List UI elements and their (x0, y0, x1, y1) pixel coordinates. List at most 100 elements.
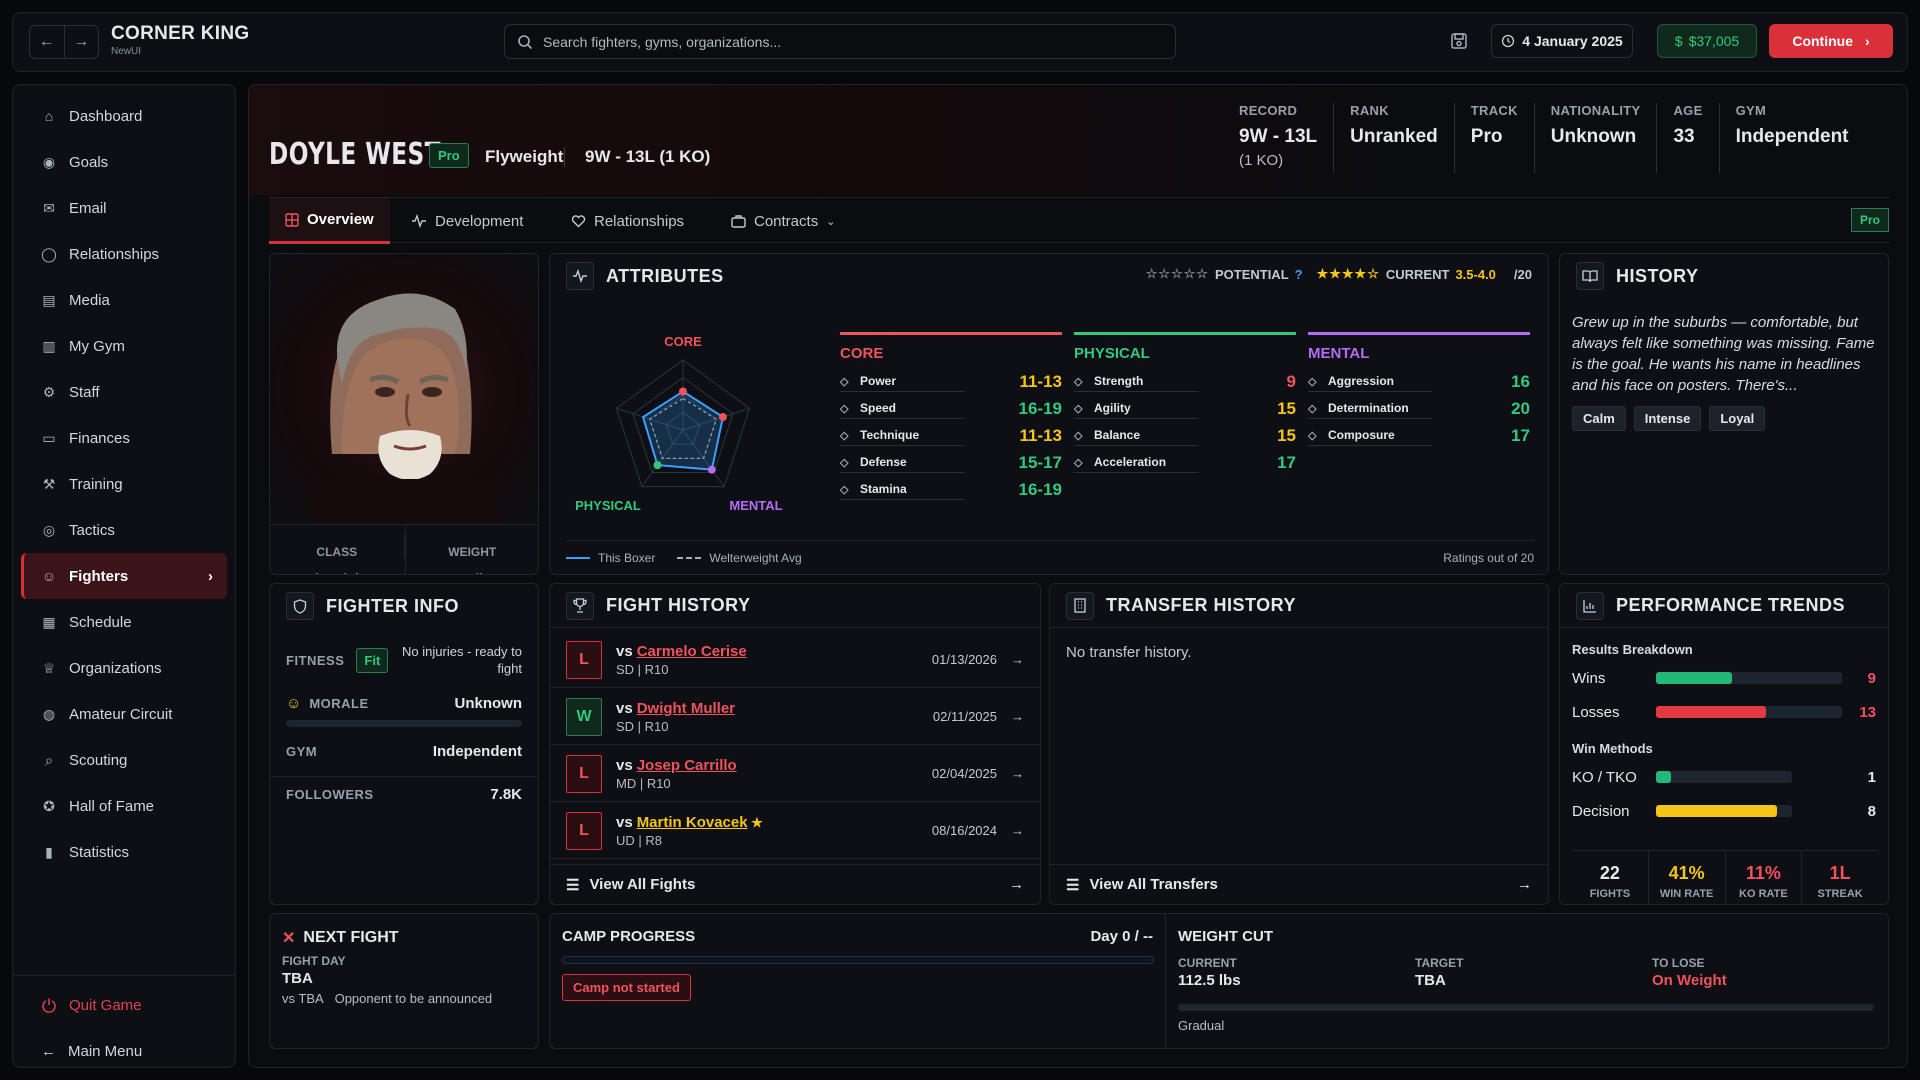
stat-value: 1L (1829, 863, 1851, 883)
sidebar-item-organizations[interactable]: ♕ Organizations (21, 645, 227, 691)
quit-game-button[interactable]: Quit Game (21, 982, 227, 1028)
tab-relationships[interactable]: Relationships (555, 198, 700, 244)
sidebar-item-my-gym[interactable]: ▥ My Gym (21, 323, 227, 369)
fight-row[interactable]: Lvs Martin Kovacek ★ UD | R8 08/16/2024 → (550, 803, 1040, 859)
sidebar-item-finances[interactable]: ▭ Finances (21, 415, 227, 461)
fighter-portrait (270, 254, 538, 524)
transfer-empty: No transfer history. (1066, 644, 1192, 661)
target-icon: ◎ (42, 521, 56, 538)
stat-value: 41% (1668, 863, 1705, 883)
vs-text: vs (616, 756, 633, 774)
sidebar-item-dashboard[interactable]: ⌂ Dashboard (21, 93, 227, 139)
tab-contracts[interactable]: Contracts ⌄ (715, 198, 851, 244)
tab-label: Development (435, 212, 524, 230)
star-icon: ★ (747, 814, 763, 830)
sidebar-item-relationships[interactable]: ◯ Relationships (21, 231, 227, 277)
search-placeholder[interactable]: Search fighters, gyms, organizations... (543, 34, 781, 50)
opponent-link[interactable]: Dwight Muller (637, 700, 735, 717)
bar-chart-icon: ▮ (45, 843, 53, 860)
fight-result-badge: W (566, 697, 602, 736)
sidebar: ⌂ Dashboard ◉ Goals ✉ Email ◯ Relationships ▤ Med… (12, 84, 236, 1068)
shield-icon: ◇ (840, 456, 849, 469)
sidebar-item-label: Schedule (69, 613, 132, 631)
stat-rank: RANK Unranked (1333, 103, 1454, 173)
globe-icon: ◍ (42, 705, 56, 722)
continue-button[interactable]: Continue › (1769, 24, 1893, 58)
sidebar-item-training[interactable]: ⚒ Training (21, 461, 227, 507)
app-subtitle: NewUI (111, 46, 142, 57)
sidebar-item-label: My Gym (69, 337, 125, 355)
attribute-radar-chart: CORE PHYSICAL MENTAL (575, 334, 783, 513)
radar-point (718, 413, 727, 422)
sidebar-item-statistics[interactable]: ▮ Statistics (21, 829, 227, 875)
search-bar[interactable]: Search fighters, gyms, organizations... (504, 24, 1176, 59)
ko-bar: KO / TKO 1 (1560, 760, 1888, 794)
camp-status: Camp not started (562, 974, 691, 1001)
fight-row[interactable]: Lvs Josep Carrillo MD | R10 02/04/2025 → (550, 746, 1040, 802)
fight-date-cell: 02/04/2025 → (932, 766, 1024, 781)
opponent-link[interactable]: Carmelo Cerise (637, 643, 747, 660)
money-icon: ▭ (42, 429, 56, 446)
stat-label: AGE (1673, 103, 1703, 118)
sidebar-item-label: Dashboard (69, 107, 143, 125)
pulse-icon: ◇ (840, 402, 849, 415)
save-icon[interactable] (1449, 31, 1469, 51)
sidebar-item-label: Training (69, 475, 123, 493)
sidebar-item-staff[interactable]: ⚙ Staff (21, 369, 227, 415)
opponent-link[interactable]: Josep Carrillo (637, 757, 737, 774)
forward-arrow-icon[interactable]: → (65, 26, 99, 58)
attr-value: 16 (1511, 371, 1530, 391)
quit-label: Quit Game (69, 996, 142, 1014)
attr-value: 20 (1511, 398, 1530, 418)
trait-tag: Loyal (1709, 406, 1766, 431)
power-icon (42, 998, 56, 1013)
sidebar-item-email[interactable]: ✉ Email (21, 185, 227, 231)
tab-label: Contracts (754, 212, 819, 230)
tab-development[interactable]: Development (395, 198, 539, 244)
opponent-link[interactable]: Martin Kovacek (637, 814, 748, 831)
cash-display: $ $37,005 (1657, 24, 1757, 58)
this-boxer-swatch (566, 556, 590, 559)
current-date: 4 January 2025 (1522, 33, 1623, 49)
sidebar-item-amateur-circuit[interactable]: ◍ Amateur Circuit (21, 691, 227, 737)
trait-tag: Intense (1633, 406, 1702, 431)
next-fight-header: ✕ NEXT FIGHT (270, 914, 538, 948)
fight-meta: SD | R10 (616, 661, 669, 677)
fight-result-badge: L (566, 754, 602, 793)
track-badge: Pro (1850, 208, 1889, 232)
view-all-fights-button[interactable]: ☰ View All Fights → (550, 864, 1040, 904)
attr-label: Balance (1094, 428, 1141, 442)
fight-row[interactable]: Wvs Dwight Muller SD | R10 02/11/2025 → (550, 689, 1040, 745)
sidebar-item-media[interactable]: ▤ Media (21, 277, 227, 323)
view-all-transfers-button[interactable]: ☰ View All Transfers → (1050, 864, 1548, 904)
sidebar-item-hall-of-fame[interactable]: ✪ Hall of Fame (21, 783, 227, 829)
wins-track (1656, 672, 1842, 684)
attr-label: Power (860, 374, 897, 388)
sidebar-item-goals[interactable]: ◉ Goals (21, 139, 227, 185)
attr-value: 15-17 (1018, 452, 1062, 472)
stat-gym: GYM Independent (1718, 103, 1865, 173)
attributes-title: ATTRIBUTES (606, 265, 724, 286)
back-arrow-icon[interactable]: ← (30, 26, 65, 58)
arrow-right-icon: → (1011, 709, 1024, 724)
sidebar-item-tactics[interactable]: ◎ Tactics (21, 507, 227, 553)
fighter-name: DOYLE WEST (269, 137, 441, 172)
main-menu-button[interactable]: ← Main Menu (21, 1028, 227, 1074)
stat-value: Unranked (1350, 126, 1438, 147)
fight-row[interactable]: Lvs Carmelo Cerise SD | R10 01/13/2026 → (550, 632, 1040, 688)
transfer-history-header: TRANSFER HISTORY (1050, 584, 1548, 628)
followers-value: 7.8K (490, 785, 522, 803)
fighter-info-card: FIGHTER INFO FITNESS Fit No injuries - r… (269, 583, 539, 905)
sidebar-item-schedule[interactable]: ▦ Schedule (21, 599, 227, 645)
sidebar-item-scouting[interactable]: ⌕ Scouting (21, 737, 227, 783)
potential-label: POTENTIAL (1214, 266, 1289, 282)
decision-bar: Decision 8 (1560, 794, 1888, 828)
stat-label: STREAK (1817, 888, 1863, 900)
list-icon: ☰ (566, 876, 580, 894)
tab-overview[interactable]: Overview (269, 198, 390, 244)
history-nav: ← → (29, 25, 99, 59)
sidebar-item-fighters[interactable]: ☺ Fighters › (21, 553, 227, 599)
calendar-icon: ▦ (42, 613, 56, 630)
stat-label: GYM (1735, 103, 1767, 118)
weight-cut-title: WEIGHT CUT (1178, 928, 1273, 945)
